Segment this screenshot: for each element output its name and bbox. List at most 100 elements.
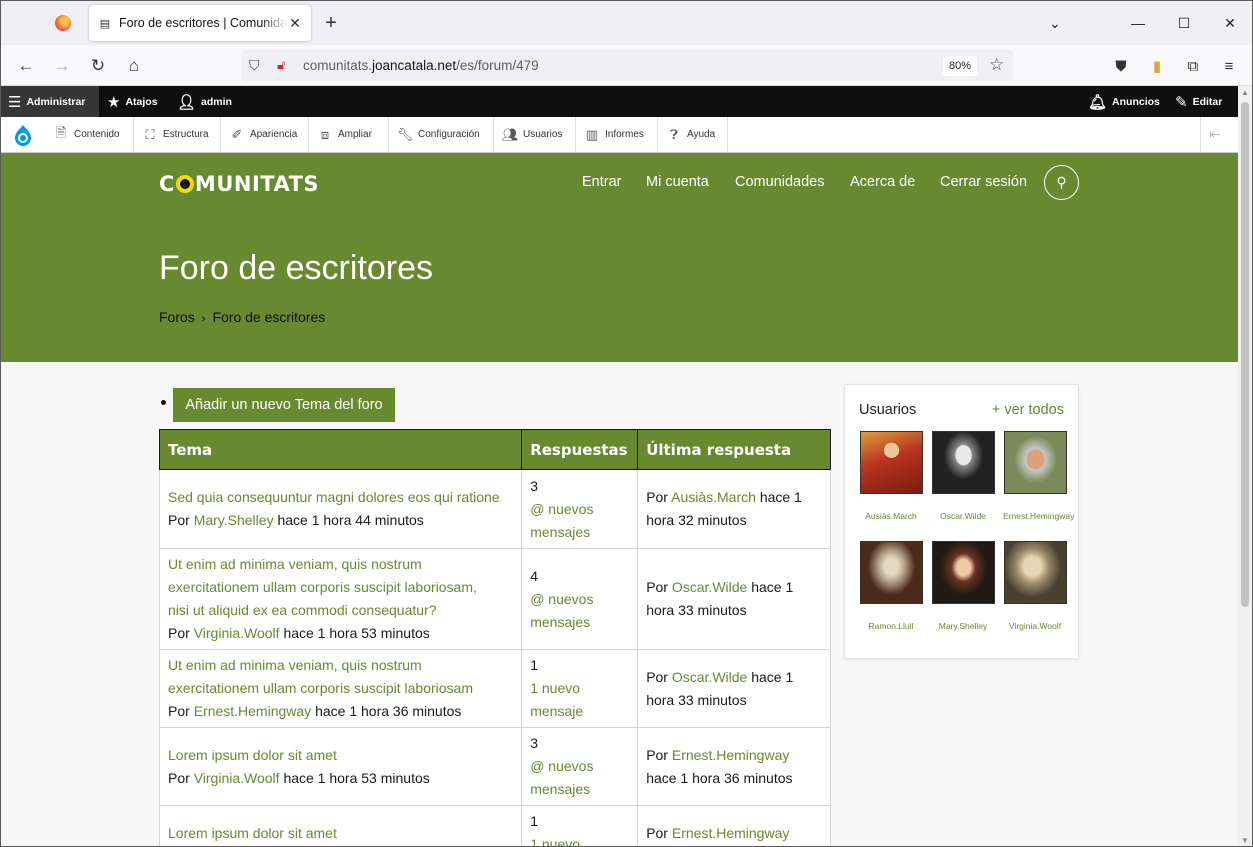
page-scrollbar[interactable]: ▲ ▼ xyxy=(1238,86,1252,846)
pocket-icon[interactable]: ⛊ xyxy=(1110,55,1132,77)
nav-logout[interactable]: Cerrar sesión xyxy=(940,174,1027,190)
wrench-icon: 🔧︎ xyxy=(396,126,414,142)
topic-link[interactable]: Ut enim ad minima veniam, quis nostrum ex… xyxy=(168,553,513,622)
extensions-icon[interactable]: ⧉ xyxy=(1182,55,1204,77)
firefox-menu-tab[interactable] xyxy=(45,9,81,37)
admin-announcements-button[interactable]: 🔔︎ Anuncios xyxy=(1088,86,1160,117)
user-card[interactable]: Ramon.Llull xyxy=(859,541,923,631)
avatar[interactable] xyxy=(859,541,923,604)
bookmark-folder-icon[interactable]: ▮ xyxy=(1146,55,1168,77)
tray-item-content[interactable]: 🗎 Contenido xyxy=(45,117,134,152)
new-posts-link[interactable]: 1 nuevo xyxy=(530,833,629,846)
replies-cell: 3 @ nuevos mensajes xyxy=(521,727,639,806)
reload-icon[interactable]: ↻ xyxy=(85,53,111,79)
author-link[interactable]: Oscar.Wilde xyxy=(672,579,747,595)
column-header-topic[interactable]: Tema xyxy=(158,429,523,470)
column-header-replies[interactable]: Respuestas xyxy=(521,429,639,470)
back-icon[interactable]: ← xyxy=(13,53,39,79)
tray-item-people[interactable]: 👥︎ Usuarios xyxy=(494,117,576,152)
tray-orientation-toggle-icon[interactable]: ⇤ xyxy=(1200,117,1238,152)
avatar[interactable] xyxy=(931,541,995,604)
menu-icon[interactable]: ≡ xyxy=(1218,55,1240,77)
table-row: Ut enim ad minima veniam, quis nostrum ex… xyxy=(158,649,831,728)
shield-icon[interactable]: ⛉ xyxy=(249,57,260,74)
forward-icon[interactable]: → xyxy=(49,53,75,79)
drupal-icon[interactable] xyxy=(13,124,33,146)
tray-item-configuration[interactable]: 🔧︎ Configuración xyxy=(389,117,494,152)
user-card[interactable]: Ernest.Hemingway xyxy=(1003,431,1074,521)
site-logo[interactable]: C MUNITATS xyxy=(159,172,319,196)
url-text[interactable]: comunitats.joancatala.net/es/forum/479 xyxy=(303,58,539,73)
star-icon[interactable]: ☆ xyxy=(989,55,1004,75)
author-link[interactable]: Ernest.Hemingway xyxy=(672,747,790,763)
column-header-last-reply[interactable]: Última respuesta xyxy=(637,429,831,470)
lock-icon[interactable]: 🔓︎ xyxy=(277,57,285,73)
user-name-link[interactable]: Ramon.Llull xyxy=(859,621,923,631)
user-card[interactable]: Ausiàs.March xyxy=(859,431,923,521)
nav-about[interactable]: Acerca de xyxy=(850,174,915,190)
post-time: hace 1 xyxy=(751,668,794,685)
window-close-icon[interactable]: ✕ xyxy=(1218,11,1242,35)
tab-bar: ▤ Foro de escritores | Comunidades ✕ + ⌄… xyxy=(1,1,1252,45)
nav-communities[interactable]: Comunidades xyxy=(735,174,824,190)
minimize-icon[interactable]: — xyxy=(1126,11,1150,35)
admin-shortcuts-button[interactable]: ★ Atajos xyxy=(107,86,158,117)
user-name-link[interactable]: Ernest.Hemingway xyxy=(1003,511,1074,521)
table-row: Lorem ipsum dolor sit amet Por Virginia.… xyxy=(158,727,831,806)
user-name-link[interactable]: Virginia.Woolf xyxy=(1003,621,1067,631)
tray-item-appearance[interactable]: ✐ Apariencia xyxy=(221,117,309,152)
admin-user-button[interactable]: 👤︎ admin xyxy=(177,86,232,117)
tray-item-label: Apariencia xyxy=(250,129,298,140)
admin-manage-button[interactable]: ☰ Administrar xyxy=(1,86,99,117)
chevron-down-icon[interactable]: ⌄ xyxy=(1043,11,1067,35)
scrollbar-thumb[interactable] xyxy=(1241,102,1249,607)
new-posts-link[interactable]: @ nuevos mensajes xyxy=(530,588,629,634)
view-all-users-link[interactable]: + ver todos xyxy=(992,402,1064,418)
user-card[interactable]: Virginia.Woolf xyxy=(1003,541,1067,631)
avatar[interactable] xyxy=(1003,431,1067,494)
user-name-link[interactable]: Mary.Shelley xyxy=(931,621,995,631)
tab-active[interactable]: ▤ Foro de escritores | Comunidades ✕ xyxy=(89,5,311,41)
topic-link[interactable]: Ut enim ad minima veniam, quis nostrum ex… xyxy=(168,654,513,700)
tray-item-help[interactable]: ❓︎ Ayuda xyxy=(658,117,728,152)
author-link[interactable]: Mary.Shelley xyxy=(194,512,274,528)
nav-my-account[interactable]: Mi cuenta xyxy=(646,174,709,190)
admin-edit-button[interactable]: ✎ Editar xyxy=(1175,86,1222,117)
topic-link[interactable]: Lorem ipsum dolor sit amet xyxy=(168,825,337,841)
topic-link[interactable]: Sed quia consequuntur magni dolores eos … xyxy=(168,489,500,505)
add-forum-topic-button[interactable]: Añadir un nuevo Tema del foro xyxy=(173,388,395,422)
breadcrumb-link-forums[interactable]: Foros xyxy=(159,309,195,325)
user-name-link[interactable]: Ausiàs.March xyxy=(859,511,923,521)
author-link[interactable]: Virginia.Woolf xyxy=(194,625,280,641)
maximize-icon[interactable]: ☐ xyxy=(1172,11,1196,35)
nav-login[interactable]: Entrar xyxy=(582,174,622,190)
plus-icon[interactable]: + xyxy=(319,11,343,35)
author-link[interactable]: Ernest.Hemingway xyxy=(672,825,790,841)
close-icon[interactable]: ✕ xyxy=(287,15,303,31)
user-name-link[interactable]: Oscar.Wilde xyxy=(931,511,995,521)
user-card[interactable]: Oscar.Wilde xyxy=(931,431,995,521)
url-bar[interactable]: ⛉ 🔓︎ comunitats.joancatala.net/es/forum/… xyxy=(241,50,1013,81)
tray-item-reports[interactable]: ▥ Informes xyxy=(576,117,658,152)
search-button[interactable]: ⚲ xyxy=(1044,165,1079,200)
author-link[interactable]: Oscar.Wilde xyxy=(672,669,747,685)
author-link[interactable]: Virginia.Woolf xyxy=(194,770,280,786)
new-posts-link[interactable]: @ nuevos mensajes xyxy=(530,755,629,801)
avatar[interactable] xyxy=(931,431,995,494)
author-link[interactable]: Ernest.Hemingway xyxy=(194,703,312,719)
avatar[interactable] xyxy=(859,431,923,494)
tray-item-structure[interactable]: ⛶ Estructura xyxy=(134,117,221,152)
new-posts-link[interactable]: @ nuevos mensajes xyxy=(530,498,629,544)
new-posts-link[interactable]: 1 nuevo mensaje xyxy=(530,677,629,723)
scroll-down-icon[interactable]: ▼ xyxy=(1240,836,1250,846)
avatar[interactable] xyxy=(1003,541,1067,604)
home-icon[interactable]: ⌂ xyxy=(121,53,147,79)
topic-link[interactable]: Lorem ipsum dolor sit amet xyxy=(168,747,337,763)
tray-item-extend[interactable]: ⧈ Ampliar xyxy=(309,117,389,152)
user-card[interactable]: Mary.Shelley xyxy=(931,541,995,631)
tray-item-label: Ampliar xyxy=(338,129,372,140)
post-time: hace 1 hora 36 minutos xyxy=(315,703,462,719)
author-link[interactable]: Ausiàs.March xyxy=(671,489,756,505)
zoom-level[interactable]: 80% xyxy=(943,56,977,76)
scroll-up-icon[interactable]: ▲ xyxy=(1240,88,1250,98)
